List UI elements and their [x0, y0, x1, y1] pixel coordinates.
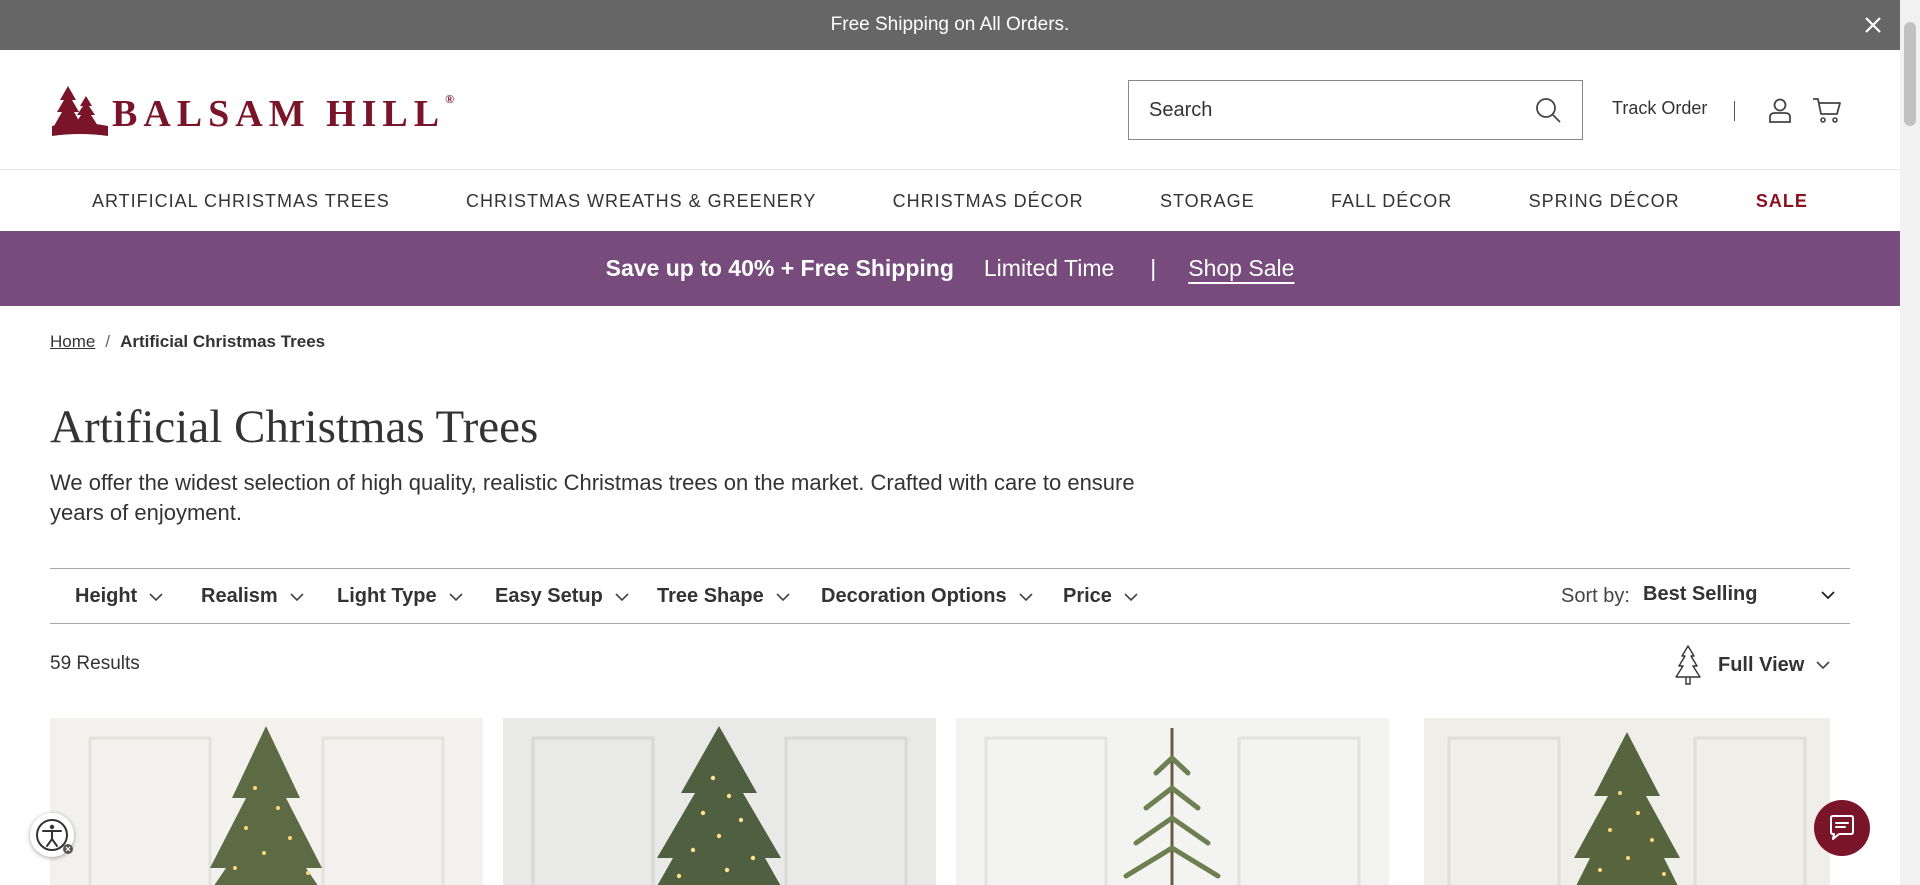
search-icon[interactable]: [1534, 96, 1562, 124]
breadcrumb-separator: /: [105, 332, 111, 351]
track-order-link[interactable]: Track Order: [1612, 98, 1707, 119]
nav-item-fall-decor[interactable]: FALL DÉCOR: [1331, 191, 1452, 212]
main-nav: ARTIFICIAL CHRISTMAS TREES CHRISTMAS WRE…: [0, 171, 1900, 231]
chevron-down-icon: [1124, 592, 1138, 601]
accessibility-button[interactable]: [30, 813, 74, 857]
page-description: We offer the widest selection of high qu…: [50, 470, 1135, 525]
filter-price[interactable]: Price: [1063, 585, 1138, 608]
account-icon[interactable]: [1766, 96, 1794, 124]
results-count: 59 Results: [50, 653, 140, 674]
accessibility-icon: [36, 819, 73, 854]
chevron-down-icon: [149, 592, 163, 601]
chevron-down-icon: [1816, 661, 1830, 670]
page-title: Artificial Christmas Trees: [50, 401, 539, 453]
filter-label: Height: [75, 585, 138, 607]
promo-headline: Save up to 40% + Free Shipping: [605, 255, 954, 281]
page-scrollbar[interactable]: [1900, 0, 1920, 885]
lit-spruce-tree-image: [50, 718, 483, 885]
brand-name-text: BALSAM HILL: [112, 93, 446, 135]
filter-label: Realism: [201, 585, 278, 607]
tree-icon: [1675, 645, 1701, 685]
chevron-down-icon: [1019, 592, 1033, 601]
search-box[interactable]: [1128, 80, 1583, 140]
shop-sale-link[interactable]: Shop Sale: [1188, 255, 1294, 282]
nav-item-spring-decor[interactable]: SPRING DÉCOR: [1529, 191, 1680, 212]
scrollbar-thumb[interactable]: [1904, 22, 1916, 126]
filter-tree-shape[interactable]: Tree Shape: [657, 585, 790, 608]
announcement-text: Free Shipping on All Orders.: [830, 14, 1070, 35]
chat-button[interactable]: [1814, 800, 1870, 856]
header-divider: [1734, 101, 1735, 121]
filter-label: Tree Shape: [657, 585, 764, 607]
product-card[interactable]: [1424, 718, 1830, 885]
nav-item-storage[interactable]: STORAGE: [1160, 191, 1255, 212]
chevron-down-icon: [776, 592, 790, 601]
sparse-pine-tree-image: [956, 718, 1389, 885]
chevron-down-icon: [290, 592, 304, 601]
registered-mark: ®: [445, 92, 455, 106]
view-label: Full View: [1718, 653, 1805, 676]
filter-label: Easy Setup: [495, 585, 603, 607]
filter-bar: Height Realism Light Type Easy Setup Tre…: [50, 568, 1850, 624]
chevron-down-icon: [615, 592, 629, 601]
product-card[interactable]: [503, 718, 936, 885]
cart-icon[interactable]: [1812, 96, 1842, 124]
promo-separator: |: [1150, 255, 1157, 281]
breadcrumb-home-link[interactable]: Home: [50, 332, 95, 351]
sort-label: Sort by:: [1561, 585, 1630, 607]
sort-select[interactable]: Best Selling: [1643, 583, 1835, 606]
close-icon[interactable]: [1860, 12, 1886, 38]
breadcrumb: Home / Artificial Christmas Trees: [50, 332, 325, 352]
nav-item-artificial-christmas-trees[interactable]: ARTIFICIAL CHRISTMAS TREES: [92, 191, 390, 212]
filter-light-type[interactable]: Light Type: [337, 585, 463, 608]
nav-item-christmas-decor[interactable]: CHRISTMAS DÉCOR: [893, 191, 1084, 212]
promo-banner: Save up to 40% + Free Shipping Limited T…: [0, 231, 1900, 306]
product-card[interactable]: [50, 718, 483, 885]
filter-label: Price: [1063, 585, 1112, 607]
brand-name: BALSAM HILL®: [112, 92, 454, 136]
filter-realism[interactable]: Realism: [201, 585, 304, 608]
breadcrumb-current: Artificial Christmas Trees: [120, 332, 326, 351]
lit-fir-tree-image: [503, 718, 936, 885]
chevron-down-icon: [449, 592, 463, 601]
filter-easy-setup[interactable]: Easy Setup: [495, 585, 629, 608]
chevron-down-icon: [1821, 590, 1835, 599]
sort-value: Best Selling: [1643, 583, 1758, 605]
site-header: BALSAM HILL® Track Order: [0, 50, 1900, 170]
filter-label: Decoration Options: [821, 585, 1007, 607]
product-grid: [50, 718, 1830, 885]
announcement-bar: Free Shipping on All Orders.: [0, 0, 1900, 50]
filter-decoration-options[interactable]: Decoration Options: [821, 585, 1033, 608]
brand-logo[interactable]: BALSAM HILL®: [50, 82, 454, 140]
filter-height[interactable]: Height: [75, 585, 163, 608]
nav-item-sale[interactable]: SALE: [1756, 191, 1808, 212]
filter-label: Light Type: [337, 585, 437, 607]
lit-spruce-tree-image: [1424, 718, 1830, 885]
pine-trees-logo-icon: [52, 86, 108, 136]
view-toggle[interactable]: Full View: [1672, 644, 1830, 686]
promo-subtext: Limited Time: [983, 255, 1115, 281]
chat-icon: [1830, 815, 1854, 840]
nav-item-wreaths-greenery[interactable]: CHRISTMAS WREATHS & GREENERY: [466, 191, 816, 212]
product-card[interactable]: [956, 718, 1389, 885]
search-input[interactable]: [1149, 98, 1534, 122]
